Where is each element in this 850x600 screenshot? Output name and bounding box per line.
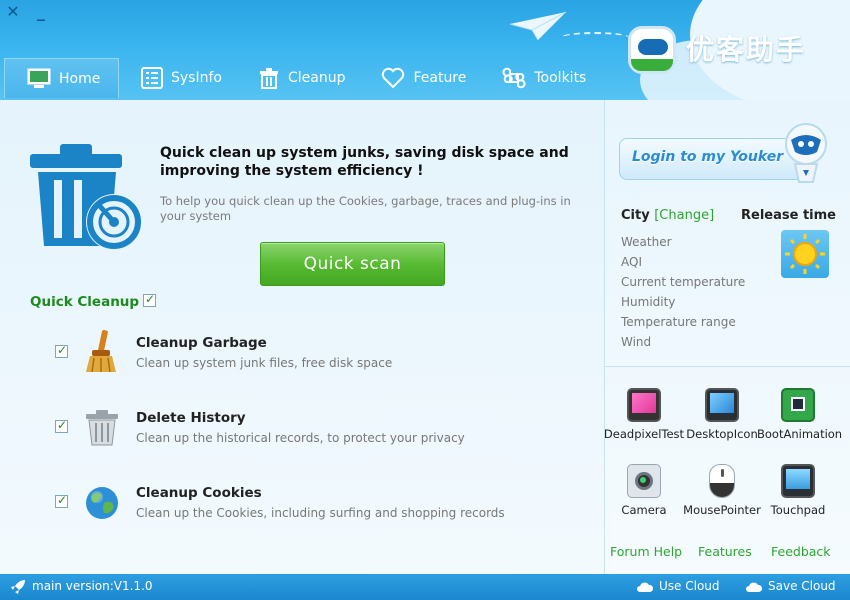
minimize-button[interactable]: _ <box>31 2 51 22</box>
quick-scan-button[interactable]: Quick scan <box>260 242 445 286</box>
tool-camera[interactable]: Camera <box>603 464 685 517</box>
release-time-label: Release time <box>741 208 836 223</box>
list-icon <box>141 67 163 89</box>
intro-title: Quick clean up system junks, saving disk… <box>160 145 569 179</box>
aqi-field: AQI <box>621 255 642 269</box>
tab-feature[interactable]: Feature <box>371 58 482 98</box>
quick-cleanup-checkbox[interactable] <box>143 292 156 307</box>
tab-sysinfo[interactable]: SysInfo <box>131 58 238 98</box>
home-panel: Quick clean up system junks, saving disk… <box>0 100 604 574</box>
broom-icon <box>86 330 116 373</box>
side-panel: Login to my Youker City [Change] Release… <box>604 100 850 574</box>
globe-icon <box>86 487 118 519</box>
camera-icon <box>627 464 661 498</box>
delete-history-checkbox[interactable] <box>55 418 68 433</box>
close-button[interactable]: ✕ <box>3 2 23 22</box>
delete-history-desc: Clean up the historical records, to prot… <box>136 431 465 445</box>
tool-deadpixeltest-label: DeadpixelTest <box>603 427 685 441</box>
cleanup-garbage-checkbox[interactable] <box>55 343 68 358</box>
cleanup-cookies-title: Cleanup Cookies <box>136 485 262 501</box>
header-bar: ✕ _ 优客助手 Home SysInfo Cleanup Feature To… <box>0 0 850 100</box>
weather-info: Weather AQI Current temperature Humidity… <box>621 232 745 352</box>
film-icon <box>781 388 815 422</box>
tool-camera-label: Camera <box>621 503 667 517</box>
intro-description: To help you quick clean up the Cookies, … <box>160 194 571 223</box>
humidity-field: Humidity <box>621 295 676 309</box>
current-temperature-field: Current temperature <box>621 275 746 289</box>
tool-mousepointer-label: MousePointer <box>683 503 761 517</box>
status-bar: main version:V1.1.0 Use Cloud Save Cloud <box>0 574 850 600</box>
command-icon <box>502 67 526 89</box>
save-cloud-button[interactable]: Save Cloud <box>768 579 836 593</box>
wind-field: Wind <box>621 335 652 349</box>
robot-mascot-icon <box>785 123 827 183</box>
cleanup-cookies-checkbox[interactable] <box>55 493 68 508</box>
desktop-icon <box>705 388 739 422</box>
tab-home[interactable]: Home <box>4 58 119 98</box>
tab-toolkits[interactable]: Toolkits <box>492 58 602 98</box>
sunny-weather-icon <box>781 230 829 278</box>
delete-history-title: Delete History <box>136 410 246 426</box>
save-cloud-icon <box>746 582 763 592</box>
weather-field: Weather <box>621 235 672 249</box>
tool-touchpad-label: Touchpad <box>770 503 826 517</box>
version-text: main version:V1.1.0 <box>32 579 153 593</box>
tool-desktopicon-label: DesktopIcon <box>686 427 758 441</box>
cleanup-garbage-title: Cleanup Garbage <box>136 335 267 351</box>
use-cloud-button[interactable]: Use Cloud <box>659 579 720 593</box>
feedback-link[interactable]: Feedback <box>771 544 831 559</box>
flight-path <box>560 32 630 44</box>
brand-title: 优客助手 <box>686 33 807 66</box>
quick-cleanup-label: Quick Cleanup <box>30 294 140 310</box>
mouse-icon <box>709 464 735 498</box>
cleanup-cookies-desc: Clean up the Cookies, including surfing … <box>136 506 505 520</box>
use-cloud-icon <box>637 582 654 592</box>
rocket-icon <box>11 580 25 594</box>
heart-icon <box>382 67 405 89</box>
monitor-icon <box>27 68 51 88</box>
tool-deadpixeltest[interactable]: DeadpixelTest <box>603 388 685 441</box>
touchpad-icon <box>781 464 815 498</box>
city-label: City [Change] <box>621 208 714 223</box>
features-link[interactable]: Features <box>698 544 752 559</box>
mascot-icon <box>628 26 676 74</box>
tab-toolkits-label: Toolkits <box>534 70 587 86</box>
forum-help-link[interactable]: Forum Help <box>610 544 682 559</box>
login-label: Login to my Youker <box>632 149 784 165</box>
tool-desktopicon[interactable]: DesktopIcon <box>681 388 763 441</box>
clean-bin-icon <box>30 144 142 250</box>
deadpixel-icon <box>627 388 661 422</box>
tool-mousepointer[interactable]: MousePointer <box>681 464 763 517</box>
tab-home-label: Home <box>59 70 101 87</box>
tool-bootanimation[interactable]: BootAnimation <box>757 388 843 441</box>
divider <box>605 366 850 367</box>
main-nav: Home SysInfo Cleanup Feature Toolkits <box>0 58 602 98</box>
trashcan-icon <box>86 410 118 446</box>
tab-feature-label: Feature <box>413 70 467 86</box>
tool-touchpad[interactable]: Touchpad <box>757 464 839 517</box>
tab-cleanup[interactable]: Cleanup <box>248 58 362 98</box>
tool-bootanimation-label: BootAnimation <box>757 427 843 441</box>
paper-plane-icon <box>509 11 567 41</box>
trash-icon <box>259 68 278 89</box>
temperature-range-field: Temperature range <box>621 315 736 329</box>
tab-cleanup-label: Cleanup <box>287 70 346 86</box>
city-change-link[interactable]: [Change] <box>654 208 714 223</box>
tab-sysinfo-label: SysInfo <box>171 70 222 86</box>
city-text: City <box>621 208 650 223</box>
cleanup-garbage-desc: Clean up system junk files, free disk sp… <box>136 356 393 370</box>
